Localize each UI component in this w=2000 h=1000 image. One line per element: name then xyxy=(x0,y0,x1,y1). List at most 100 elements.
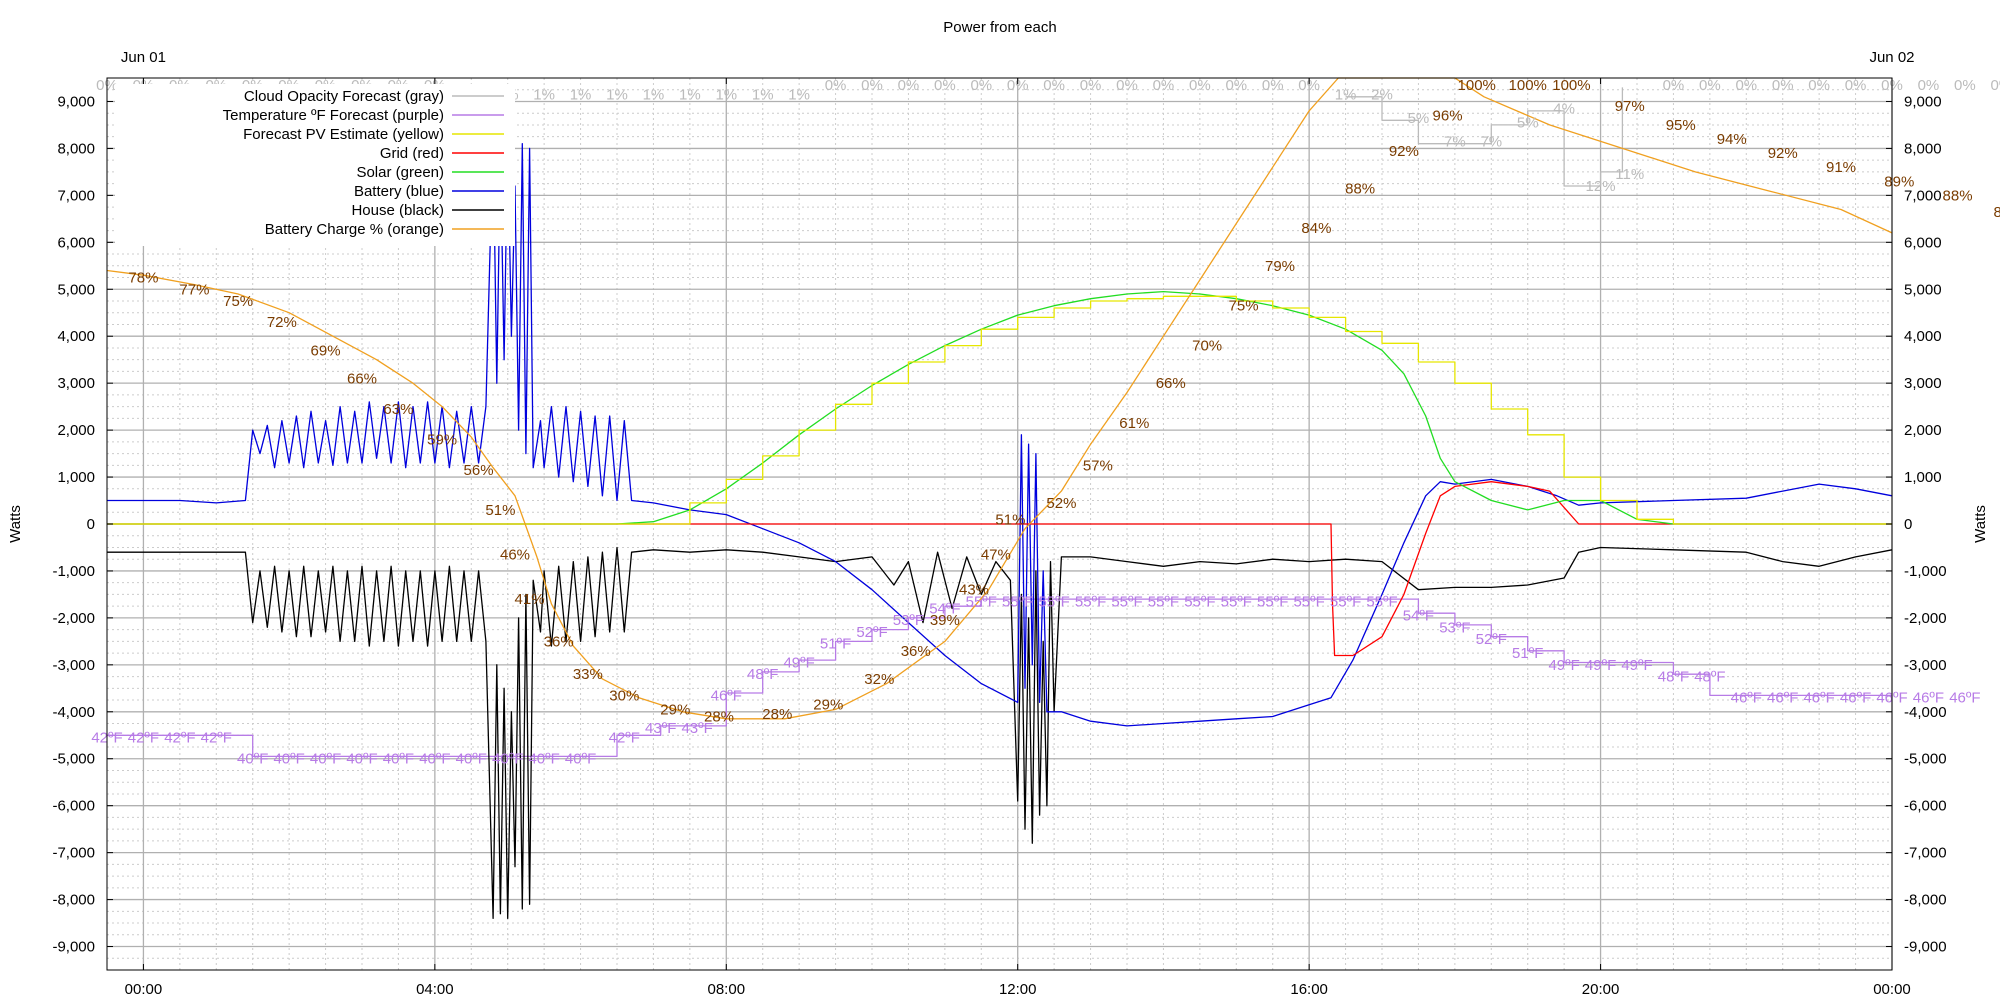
battery-charge--data-label: 88% xyxy=(1943,187,1973,204)
chart-title: Power from each xyxy=(943,19,1056,36)
battery-charge--data-label: 61% xyxy=(1119,415,1149,432)
temperature-f-forecast-data-label: 53ºF xyxy=(1439,619,1470,636)
y-tick-label-left: 9,000 xyxy=(57,93,95,110)
y-axis-label-right: Watts xyxy=(1972,505,1989,543)
y-tick-label-right: 9,000 xyxy=(1904,93,1942,110)
temperature-f-forecast-data-label: 52ºF xyxy=(1476,631,1507,648)
temperature-f-forecast-data-label: 48ºF xyxy=(1694,669,1725,686)
cloud-opacity-forecast-data-label: 0% xyxy=(970,77,992,94)
temperature-f-forecast-data-label: 49ºF xyxy=(783,654,814,671)
battery-charge--data-label: 100% xyxy=(1458,77,1496,94)
battery-charge--data-label: 28% xyxy=(762,706,792,723)
x-tick-label: 12:00 xyxy=(999,981,1037,998)
cloud-opacity-forecast-data-label: 0% xyxy=(1845,77,1867,94)
cloud-opacity-forecast-data-label: 12% xyxy=(1586,178,1616,195)
cloud-opacity-forecast-data-label: 0% xyxy=(1735,77,1757,94)
battery-charge--data-label: 94% xyxy=(1717,131,1747,148)
cloud-opacity-forecast-data-label: 1% xyxy=(679,86,701,103)
series-line-grid-red xyxy=(107,481,1892,657)
temperature-f-forecast-data-label: 55ºF xyxy=(1221,593,1252,610)
battery-charge--data-label: 52% xyxy=(1046,495,1076,512)
battery-charge--data-label: 29% xyxy=(660,701,690,718)
battery-charge--data-label: 69% xyxy=(311,342,341,359)
battery-charge--data-label: 32% xyxy=(864,671,894,688)
y-tick-label-right: -6,000 xyxy=(1904,798,1947,815)
battery-charge--data-label: 96% xyxy=(1433,108,1463,125)
cloud-opacity-forecast-data-label: 0% xyxy=(1990,77,2000,94)
temperature-f-forecast-data-label: 53ºF xyxy=(893,612,924,629)
cloud-opacity-forecast-data-label: 0% xyxy=(1116,77,1138,94)
cloud-opacity-forecast-data-label: 1% xyxy=(643,86,665,103)
y-tick-label-right: 5,000 xyxy=(1904,281,1942,298)
y-tick-label-left: -3,000 xyxy=(52,657,95,674)
temperature-f-forecast-data-label: 46ºF xyxy=(1767,690,1798,707)
y-tick-label-left: -6,000 xyxy=(52,798,95,815)
y-tick-label-left: 2,000 xyxy=(57,422,95,439)
y-tick-label-right: 1,000 xyxy=(1904,469,1942,486)
y-tick-label-right: -1,000 xyxy=(1904,563,1947,580)
temperature-f-forecast-data-label: 52ºF xyxy=(856,624,887,641)
battery-charge--data-label: 84% xyxy=(1301,220,1331,237)
cloud-opacity-forecast-data-label: 2% xyxy=(1371,86,1393,103)
temperature-f-forecast-data-label: 46ºF xyxy=(1840,690,1871,707)
battery-charge--data-label: 72% xyxy=(267,314,297,331)
temperature-f-forecast-data-label: 42ºF xyxy=(609,730,640,747)
battery-charge--data-label: 66% xyxy=(347,370,377,387)
y-tick-label-right: 2,000 xyxy=(1904,422,1942,439)
battery-charge--data-label: 100% xyxy=(1509,77,1547,94)
battery-charge--data-label: 36% xyxy=(544,633,574,650)
cloud-opacity-forecast-data-label: 0% xyxy=(1043,77,1065,94)
y-tick-label-left: 0 xyxy=(87,516,95,533)
temperature-f-forecast-data-label: 51ºF xyxy=(820,636,851,653)
temperature-f-forecast-data-label: 40ºF xyxy=(237,751,268,768)
temperature-f-forecast-data-label: 42ºF xyxy=(164,730,195,747)
cloud-opacity-forecast-data-label: 7% xyxy=(1480,133,1502,150)
battery-charge--data-label: 51% xyxy=(995,511,1025,528)
y-tick-label-right: -5,000 xyxy=(1904,751,1947,768)
y-tick-label-right: -8,000 xyxy=(1904,892,1947,909)
cloud-opacity-forecast-data-label: 0% xyxy=(898,77,920,94)
y-tick-label-right: -2,000 xyxy=(1904,610,1947,627)
y-tick-label-left: -9,000 xyxy=(52,939,95,956)
cloud-opacity-forecast-data-label: 4% xyxy=(1553,101,1575,118)
temperature-f-forecast-data-label: 42ºF xyxy=(201,730,232,747)
x-tick-label: 04:00 xyxy=(416,981,454,998)
temperature-f-forecast-data-label: 55ºF xyxy=(1038,593,1069,610)
battery-charge--data-label: 78% xyxy=(128,270,158,287)
series-line-solar-green xyxy=(107,290,1892,525)
temperature-f-forecast-data-label: 40ºF xyxy=(419,751,450,768)
battery-charge--data-label: 36% xyxy=(901,643,931,660)
temperature-f-forecast-data-label: 55ºF xyxy=(1148,593,1179,610)
legend-entry-label: Temperature ºF Forecast (purple) xyxy=(223,107,444,124)
cloud-opacity-forecast-data-label: 5% xyxy=(1408,110,1430,127)
battery-charge--data-label: 63% xyxy=(383,401,413,418)
cloud-opacity-forecast-data-label: 0% xyxy=(1262,77,1284,94)
legend-entry-label: Grid (red) xyxy=(380,145,444,162)
temperature-f-forecast-data-label: 55ºF xyxy=(1257,593,1288,610)
date-label: Jun 02 xyxy=(1869,49,1914,66)
battery-charge--data-label: 86% xyxy=(1994,204,2000,221)
temperature-f-forecast-data-label: 55ºF xyxy=(1330,593,1361,610)
battery-charge--data-label: 75% xyxy=(223,293,253,310)
temperature-f-forecast-data-label: 48ºF xyxy=(747,666,778,683)
y-tick-label-left: -8,000 xyxy=(52,892,95,909)
cloud-opacity-forecast-data-label: 5% xyxy=(1517,115,1539,132)
y-tick-label-right: 8,000 xyxy=(1904,140,1942,157)
temperature-f-forecast-data-label: 40ºF xyxy=(492,751,523,768)
battery-charge--data-label: 29% xyxy=(813,697,843,714)
cloud-opacity-forecast-data-label: 0% xyxy=(1699,77,1721,94)
battery-charge--data-label: 70% xyxy=(1192,338,1222,355)
legend-entry-label: Cloud Opacity Forecast (gray) xyxy=(244,88,444,105)
cloud-opacity-forecast-data-label: 0% xyxy=(1153,77,1175,94)
cloud-opacity-forecast-data-label: 0% xyxy=(861,77,883,94)
series-line-house-black xyxy=(107,546,1893,920)
temperature-f-forecast-data-label: 48ºF xyxy=(1658,669,1689,686)
x-tick-label: 00:00 xyxy=(1873,981,1911,998)
y-tick-label-right: -4,000 xyxy=(1904,704,1947,721)
temperature-f-forecast-data-label: 55ºF xyxy=(966,593,997,610)
y-tick-label-right: 0 xyxy=(1904,516,1912,533)
cloud-opacity-forecast-data-label: 1% xyxy=(788,86,810,103)
cloud-opacity-forecast-data-label: 1% xyxy=(606,86,628,103)
temperature-f-forecast-data-label: 46ºF xyxy=(1803,690,1834,707)
cloud-opacity-forecast-data-label: 0% xyxy=(1080,77,1102,94)
